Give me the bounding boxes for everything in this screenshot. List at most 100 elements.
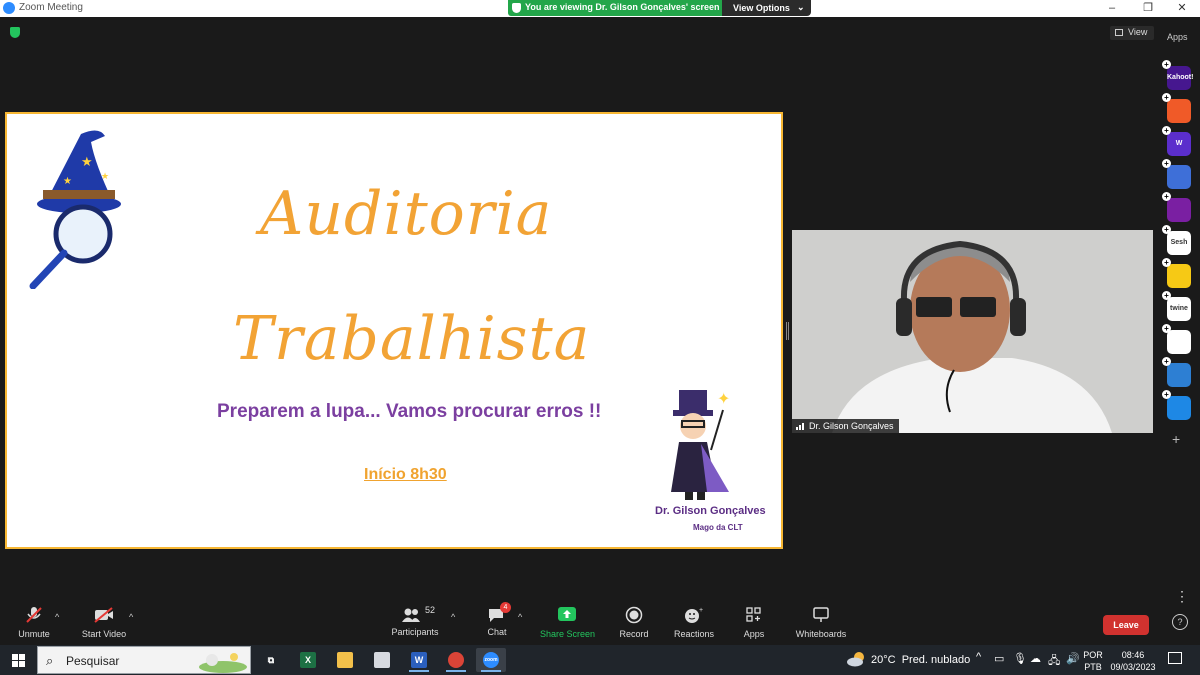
participants-icon bbox=[402, 608, 420, 622]
security-shield-icon[interactable] bbox=[10, 27, 20, 38]
share-screen-label: Share Screen bbox=[540, 629, 596, 639]
chat-label: Chat bbox=[487, 627, 507, 637]
search-highlight-image bbox=[199, 653, 247, 673]
language-code: POR bbox=[1083, 650, 1103, 660]
onedrive-cloud-icon[interactable]: ☁ bbox=[1030, 652, 1041, 665]
chrome-icon bbox=[448, 652, 464, 668]
app-sesh-icon[interactable]: + Sesh bbox=[1162, 225, 1191, 255]
taskbar-zoom[interactable]: zoom bbox=[476, 648, 506, 672]
panel-splitter-handle[interactable] bbox=[786, 322, 789, 340]
zoom-logo-icon bbox=[3, 2, 15, 14]
participant-video-feed bbox=[792, 230, 1153, 433]
weather-text[interactable]: 20°C Pred. nublado bbox=[871, 654, 970, 666]
taskbar-excel[interactable]: X bbox=[293, 648, 323, 672]
slide-subtitle: Preparem a lupa... Vamos procurar erros … bbox=[217, 401, 602, 422]
svg-text:+: + bbox=[699, 607, 703, 614]
participant-name: Dr. Gilson Gonçalves bbox=[809, 421, 894, 431]
folder-icon bbox=[337, 652, 353, 668]
taskbar-small-icon-1[interactable]: ▭ bbox=[994, 652, 1004, 665]
chat-button[interactable]: 4 Chat bbox=[482, 602, 512, 637]
reactions-label: Reactions bbox=[673, 629, 715, 639]
help-icon[interactable]: ? bbox=[1172, 614, 1188, 630]
taskbar-search-box[interactable]: ⌕ Pesquisar bbox=[37, 646, 251, 674]
restore-icon[interactable]: ❐ bbox=[1130, 0, 1166, 17]
unmute-label: Unmute bbox=[18, 629, 50, 639]
audio-options-caret-icon[interactable]: ^ bbox=[55, 612, 59, 622]
volume-icon[interactable]: 🔊 bbox=[1066, 652, 1080, 665]
taskbar-word[interactable]: W bbox=[404, 648, 434, 672]
view-button[interactable]: View bbox=[1110, 26, 1154, 40]
close-icon[interactable]: ✕ bbox=[1164, 0, 1200, 17]
whiteboard-icon bbox=[813, 607, 829, 622]
active-indicator bbox=[409, 670, 429, 672]
app-twine-icon[interactable]: + twine bbox=[1162, 291, 1191, 321]
app-app-yellow-icon[interactable]: + bbox=[1162, 258, 1191, 288]
windows-taskbar: ⌕ Pesquisar ⧉ X W zoom 20°C Pred. nublad… bbox=[0, 645, 1200, 675]
svg-text:★: ★ bbox=[63, 176, 72, 187]
screen-share-banner: You are viewing Dr. Gilson Gonçalves' sc… bbox=[508, 0, 722, 16]
network-icon[interactable]: 🖧 bbox=[1048, 652, 1060, 671]
slide-start-time: Início 8h30 bbox=[364, 466, 447, 483]
show-hidden-icons-chevron-icon[interactable]: ^ bbox=[976, 651, 981, 663]
view-icon bbox=[1115, 29, 1123, 36]
svg-text:★: ★ bbox=[101, 171, 109, 181]
video-off-icon bbox=[94, 607, 113, 623]
whiteboards-button[interactable]: Whiteboards bbox=[794, 606, 848, 639]
app-app-blue-circle-icon[interactable]: + bbox=[1162, 159, 1191, 189]
app-kahoot-icon[interactable]: + Kahoot! bbox=[1162, 60, 1193, 90]
search-icon: ⌕ bbox=[46, 653, 54, 668]
taskbar-search-placeholder: Pesquisar bbox=[66, 654, 120, 668]
notifications-icon[interactable] bbox=[1168, 652, 1182, 664]
taskbar-paint[interactable] bbox=[367, 648, 397, 672]
share-screen-button[interactable]: Share Screen bbox=[540, 606, 596, 639]
wizard-mascot-icon: ✦ bbox=[671, 390, 730, 500]
participants-button[interactable]: 52 Participants bbox=[390, 605, 440, 637]
participants-caret-icon[interactable]: ^ bbox=[451, 612, 455, 622]
more-options-icon[interactable]: ⋮ bbox=[1175, 588, 1189, 605]
minimize-icon[interactable]: – bbox=[1094, 0, 1130, 17]
start-video-button[interactable]: Start Video bbox=[78, 606, 130, 639]
add-app-icon[interactable]: + bbox=[1172, 431, 1180, 447]
taskbar-chrome[interactable] bbox=[441, 648, 471, 672]
taskbar-file-explorer[interactable] bbox=[330, 648, 360, 672]
start-video-label: Start Video bbox=[81, 629, 127, 639]
svg-text:★: ★ bbox=[81, 154, 93, 169]
svg-text:✦: ✦ bbox=[717, 391, 730, 408]
app-label bbox=[1167, 99, 1191, 123]
taskbar-clock[interactable]: 08:46 09/03/2023 bbox=[1108, 649, 1158, 673]
language-indicator[interactable]: POR PTB bbox=[1081, 649, 1105, 673]
apps-grid-icon bbox=[746, 607, 761, 622]
apps-label: Apps bbox=[743, 629, 765, 639]
view-label: View bbox=[1128, 27, 1148, 37]
apps-panel-title: Apps bbox=[1167, 32, 1188, 42]
clock-date: 09/03/2023 bbox=[1110, 662, 1156, 672]
app-label bbox=[1167, 330, 1191, 354]
unmute-button[interactable]: Unmute bbox=[14, 606, 54, 639]
active-indicator bbox=[481, 670, 501, 672]
record-label: Record bbox=[619, 629, 649, 639]
apps-button[interactable]: Apps bbox=[740, 606, 768, 639]
chat-caret-icon[interactable]: ^ bbox=[518, 612, 522, 622]
app-label bbox=[1167, 264, 1191, 288]
app-app-purple-icon[interactable]: + bbox=[1162, 192, 1191, 222]
app-app-sync-icon[interactable]: + bbox=[1162, 357, 1191, 387]
keyboard-layout: PTB bbox=[1084, 662, 1102, 672]
leave-button[interactable]: Leave bbox=[1103, 615, 1149, 635]
app-label: twine bbox=[1170, 305, 1188, 312]
task-view-button[interactable]: ⧉ bbox=[256, 648, 286, 672]
app-wooclap-icon[interactable]: + W bbox=[1162, 126, 1191, 156]
participant-video-tile[interactable]: Dr. Gilson Gonçalves bbox=[792, 230, 1153, 433]
app-app-blue-doc-icon[interactable]: + bbox=[1162, 390, 1191, 420]
microphone-icon[interactable]: 🎙 bbox=[1013, 652, 1027, 665]
reactions-button[interactable]: + Reactions bbox=[672, 606, 716, 639]
view-options-button[interactable]: View Options ⌄ bbox=[722, 0, 811, 16]
whiteboards-label: Whiteboards bbox=[795, 629, 847, 639]
video-options-caret-icon[interactable]: ^ bbox=[129, 612, 133, 622]
windows-start-icon[interactable] bbox=[12, 654, 25, 667]
app-app-multicolor-icon[interactable]: + bbox=[1162, 324, 1191, 354]
record-button[interactable]: Record bbox=[615, 606, 653, 639]
record-icon bbox=[625, 606, 643, 624]
task-view-icon: ⧉ bbox=[267, 655, 275, 665]
zoom-app-icon: zoom bbox=[483, 652, 499, 668]
app-app-orange-icon[interactable]: + bbox=[1162, 93, 1191, 123]
